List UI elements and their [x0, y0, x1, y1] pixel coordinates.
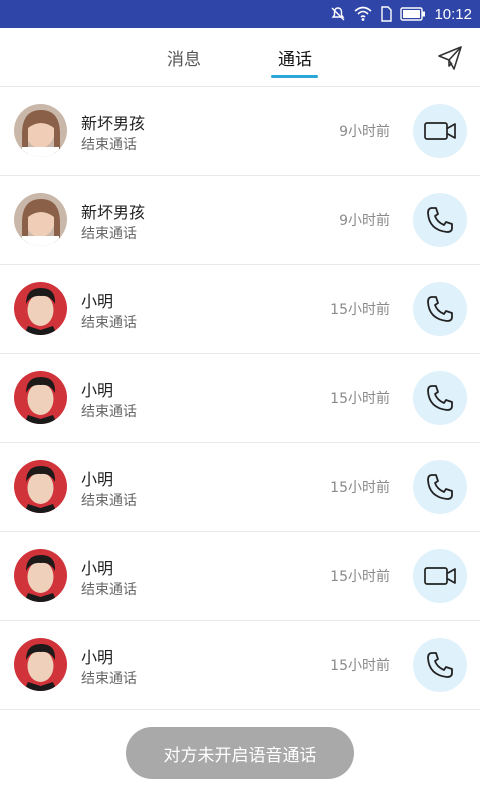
- man-avatar-icon: [14, 460, 67, 513]
- call-row[interactable]: 小明 结束通话 15小时前: [0, 354, 480, 443]
- avatar: [14, 193, 67, 246]
- contact-name: 新坏男孩: [81, 203, 146, 222]
- contact-name: 新坏男孩: [81, 114, 146, 133]
- voice-call-button[interactable]: [413, 193, 467, 247]
- phone-icon: [427, 652, 453, 678]
- voice-call-button[interactable]: [413, 282, 467, 336]
- top-bar: 消息 通话: [0, 28, 480, 87]
- call-row[interactable]: 小明 结束通话 15小时前: [0, 443, 480, 532]
- call-time: 15小时前: [330, 391, 390, 407]
- man-avatar-icon: [14, 549, 67, 602]
- video-camera-icon: [424, 567, 456, 585]
- girl-avatar-icon: [14, 193, 67, 246]
- call-row[interactable]: 新坏男孩 结束通话 9小时前: [0, 176, 480, 265]
- call-time: 15小时前: [330, 658, 390, 674]
- call-status: 结束通话: [81, 493, 137, 509]
- avatar: [14, 549, 67, 602]
- girl-avatar-icon: [14, 104, 67, 157]
- wifi-icon: [354, 6, 372, 21]
- call-status: 结束通话: [81, 404, 137, 420]
- video-camera-icon: [424, 122, 456, 140]
- call-status: 结束通话: [81, 671, 137, 687]
- tab-messages[interactable]: 消息: [150, 28, 218, 86]
- call-time: 9小时前: [339, 213, 390, 229]
- video-call-button[interactable]: [413, 104, 467, 158]
- voice-call-button[interactable]: [413, 460, 467, 514]
- active-tab-indicator: [271, 75, 318, 78]
- call-status: 结束通话: [81, 315, 137, 331]
- mute-icon: [331, 7, 345, 21]
- avatar: [14, 638, 67, 691]
- call-time: 15小时前: [330, 480, 390, 496]
- sim-icon: [381, 6, 393, 22]
- call-status: 结束通话: [81, 226, 137, 242]
- toast-message: 对方未开启语音通话: [126, 727, 354, 779]
- call-row[interactable]: 小明 结束通话 15小时前: [0, 265, 480, 354]
- contact-name: 小明: [81, 470, 114, 489]
- voice-call-button[interactable]: [413, 638, 467, 692]
- call-status: 结束通话: [81, 137, 137, 153]
- contact-name: 小明: [81, 292, 114, 311]
- phone-icon: [427, 296, 453, 322]
- contact-name: 小明: [81, 381, 114, 400]
- call-time: 15小时前: [330, 302, 390, 318]
- phone-icon: [427, 474, 453, 500]
- call-row[interactable]: 小明 结束通话 15小时前: [0, 532, 480, 621]
- phone-icon: [427, 207, 453, 233]
- avatar: [14, 371, 67, 424]
- status-bar: 10:12: [0, 0, 480, 28]
- man-avatar-icon: [14, 282, 67, 335]
- call-list: 新坏男孩 结束通话 9小时前 新坏男孩 结束通话 9小时前 小明 结束通话 15…: [0, 87, 480, 710]
- call-time: 9小时前: [339, 124, 390, 140]
- avatar: [14, 460, 67, 513]
- call-row[interactable]: 小明 结束通话 15小时前: [0, 621, 480, 710]
- status-time: 10:12: [434, 5, 472, 23]
- man-avatar-icon: [14, 638, 67, 691]
- call-time: 15小时前: [330, 569, 390, 585]
- battery-icon: [400, 7, 426, 21]
- contact-name: 小明: [81, 648, 114, 667]
- call-row[interactable]: 新坏男孩 结束通话 9小时前: [0, 87, 480, 176]
- call-status: 结束通话: [81, 582, 137, 598]
- phone-icon: [427, 385, 453, 411]
- avatar: [14, 282, 67, 335]
- voice-call-button[interactable]: [413, 371, 467, 425]
- avatar: [14, 104, 67, 157]
- man-avatar-icon: [14, 371, 67, 424]
- contact-name: 小明: [81, 559, 114, 578]
- video-call-button[interactable]: [413, 549, 467, 603]
- status-icons: 10:12: [330, 0, 472, 28]
- send-icon[interactable]: [436, 44, 464, 72]
